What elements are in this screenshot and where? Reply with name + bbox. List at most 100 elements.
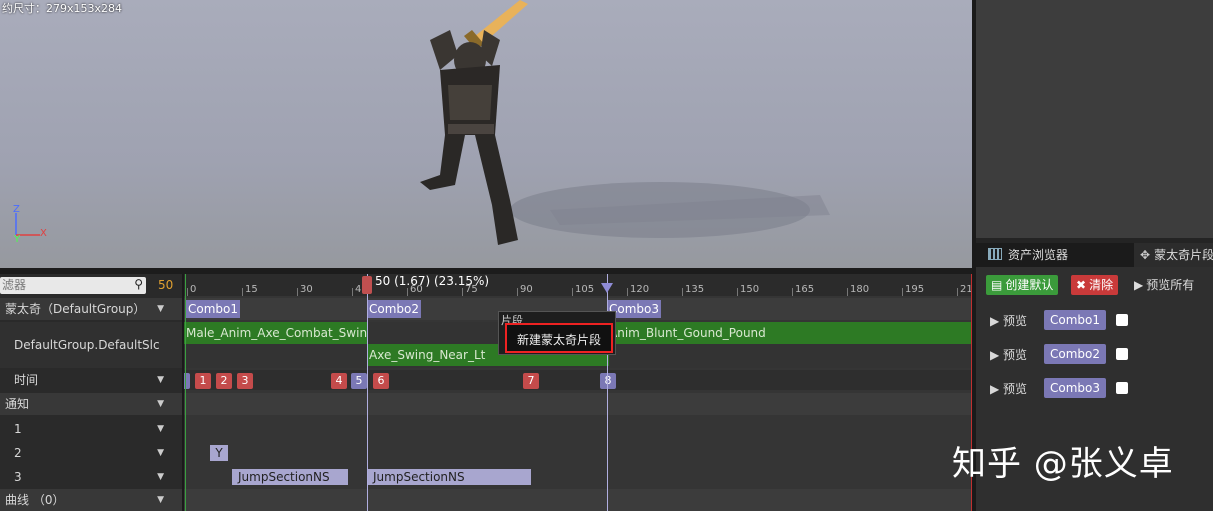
time-marker[interactable]: 5 [351,373,367,389]
track-2-label: 2 [14,446,22,460]
notify-lane [184,393,972,415]
ruler-tick-mark [902,288,903,296]
tab-montage-sections[interactable]: ✥ 蒙太奇片段 [1134,243,1213,267]
ruler-tick-mark [682,288,683,296]
track-3-label: 3 [14,470,22,484]
create-default-button[interactable]: ▤ 创建默认 [986,275,1059,295]
new-montage-section-item[interactable]: 新建蒙太奇片段 [505,323,613,353]
tab-asset-browser[interactable]: 资产浏览器 [982,243,1136,267]
doc-icon: ▤ [991,278,1003,292]
time-marker[interactable]: 1 [195,373,211,389]
frame-count: 50 [158,278,174,292]
section-combo1[interactable]: Combo1 [186,300,241,318]
anim-segment-1[interactable]: Male_Anim_Axe_Combat_Swing [184,322,368,344]
ruler-tick-label: 90 [520,284,533,295]
section-button-combo1[interactable]: Combo1 [1044,310,1107,330]
notify-row[interactable]: 通知 ▼ [0,393,182,415]
section-checkbox-combo3[interactable] [1116,382,1128,394]
ruler-tick-mark [187,288,188,296]
time-row[interactable]: 时间 ▼ [0,370,182,390]
ruler-tick-label: 105 [575,284,595,295]
section-marker[interactable] [601,283,613,293]
preview-button-combo2[interactable]: ▶ 预览 [990,346,1027,363]
time-marker[interactable]: 3 [237,373,253,389]
timeline-ruler[interactable]: 0153045607590105120135150165180195210 [184,274,972,296]
time-marker[interactable]: 6 [373,373,389,389]
section-button-combo2[interactable]: Combo2 [1044,344,1107,364]
play-icon: ▶ [990,382,1004,396]
preview-button-combo1[interactable]: ▶ 预览 [990,312,1027,329]
ruler-tick-mark [847,288,848,296]
right-panel: 资产浏览器 ✥ 蒙太奇片段 ▤ 创建默认 ✖ 清除 ▶ 预览所有 ▶ 预览 Combo1… [976,0,1213,511]
start-line [185,274,186,511]
montage-row[interactable]: 蒙太奇（DefaultGroup） ▼ [0,298,182,320]
slot-row[interactable]: DefaultGroup.DefaultSlc [0,322,182,368]
play-icon: ▶ [1134,278,1144,292]
ruler-tick-label: 195 [905,284,925,295]
preview-button-combo3[interactable]: ▶ 预览 [990,380,1027,397]
anim-segment-3[interactable]: Anim_Blunt_Gound_Pound [607,322,972,344]
montage-timeline[interactable]: 0153045607590105120135150165180195210 Co… [184,274,972,511]
time-markers: 1 2 3 4 5 6 7 8 [184,373,972,389]
slot-row-label: DefaultGroup.DefaultSlc [14,338,160,352]
playhead-label: 50 (1.67) (23.15%) [375,274,490,288]
notify-track-1[interactable]: 1 ▼ [0,418,182,440]
details-area [976,0,1213,238]
time-marker[interactable]: 8 [600,373,616,389]
ruler-tick-mark [352,288,353,296]
ruler-tick-label: 15 [245,284,258,295]
section-checkbox-combo1[interactable] [1116,314,1128,326]
notify-track-3[interactable]: 3 ▼ [0,466,182,488]
playhead-handle[interactable] [362,276,372,294]
clear-button[interactable]: ✖ 清除 [1071,275,1119,295]
section-combo2[interactable]: Combo2 [367,300,422,318]
notify-row-label: 通知 [5,397,30,411]
viewport[interactable]: 约尺寸：279x153x284 Z Y X [0,0,972,268]
preview-all-label: 预览所有 [1146,278,1195,292]
ruler-tick-mark [792,288,793,296]
ruler-tick-mark [737,288,738,296]
montage-row-label: 蒙太奇（DefaultGroup） [5,302,146,316]
puzzle-icon: ✥ [1140,248,1151,262]
ruler-tick-label: 30 [300,284,313,295]
time-marker[interactable]: 2 [216,373,232,389]
chevron-down-icon[interactable]: ▼ [157,466,164,488]
chevron-down-icon[interactable]: ▼ [157,489,164,511]
ruler-tick-label: 120 [630,284,650,295]
time-marker[interactable]: 4 [331,373,347,389]
tab-montage-sections-label: 蒙太奇片段 [1154,248,1213,262]
new-montage-section-label: 新建蒙太奇片段 [517,333,602,347]
ruler-tick-mark [957,288,958,296]
preview-label: 预览 [1003,314,1028,328]
notify-jumpsection-2[interactable]: JumpSectionNS [367,469,531,485]
character-preview [420,0,830,245]
chevron-down-icon[interactable]: ▼ [157,442,164,464]
notify-short[interactable]: Y [210,445,228,461]
grid-icon [988,248,1002,260]
ruler-tick-mark [242,288,243,296]
axis-x-label: X [40,228,47,239]
section-checkbox-combo2[interactable] [1116,348,1128,360]
ruler-tick-label: 180 [850,284,870,295]
time-marker[interactable]: 7 [523,373,539,389]
chevron-down-icon[interactable]: ▼ [157,370,164,390]
notify-jumpsection-1[interactable]: JumpSectionNS [232,469,348,485]
chevron-down-icon[interactable]: ▼ [157,393,164,415]
filter-input[interactable]: 滤器 ⚲ [0,277,146,294]
ruler-tick-mark [627,288,628,296]
chevron-down-icon[interactable]: ▼ [157,418,164,440]
track-list-panel: 滤器 ⚲ 50 蒙太奇（DefaultGroup） ▼ DefaultGroup… [0,274,182,511]
ruler-tick-label: 150 [740,284,760,295]
filter-placeholder: 滤器 [2,278,27,292]
curves-row[interactable]: 曲线 （0） ▼ [0,489,182,511]
ruler-tick-mark [462,288,463,296]
close-icon: ✖ [1076,278,1087,292]
section-line-combo3 [607,274,608,511]
play-icon: ▶ [990,314,1004,328]
curves-row-label: 曲线 （0） [5,493,65,507]
section-button-combo3[interactable]: Combo3 [1044,378,1107,398]
chevron-down-icon[interactable]: ▼ [157,298,164,320]
notify-track-2[interactable]: 2 ▼ [0,442,182,464]
preview-all-button[interactable]: ▶ 预览所有 [1134,276,1194,293]
axis-z-label: Z [13,204,20,215]
